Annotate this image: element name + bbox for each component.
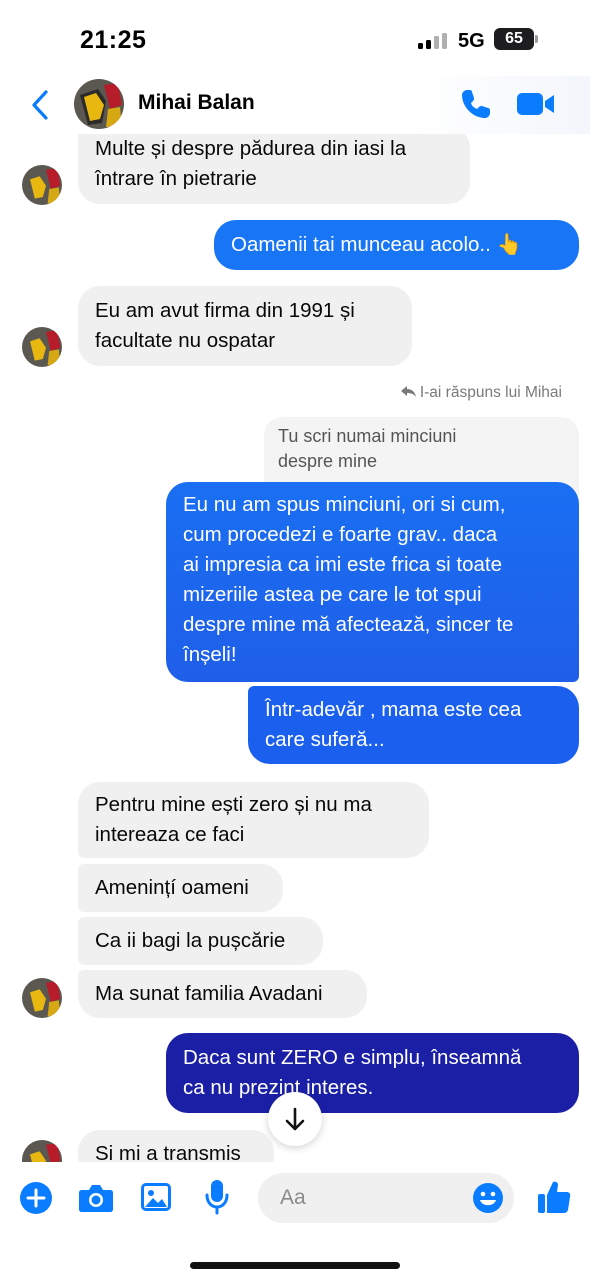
reply-label-text: I-ai răspuns lui Mihai	[419, 384, 562, 401]
incoming-message[interactable]: Amenințí oameni	[78, 864, 283, 912]
sender-avatar[interactable]	[22, 165, 62, 205]
message-line: Eu am avut firma din 1991 și	[95, 299, 355, 322]
message-composer	[0, 1162, 590, 1236]
message-line: Daca sunt ZERO e simplu, înseamnă	[183, 1046, 522, 1069]
message-line: care suferă...	[265, 728, 385, 751]
contact-name[interactable]: Mihai Balan	[138, 91, 255, 115]
message-line: Multe și despre pădurea din iasi la	[95, 137, 407, 160]
thumbs-up-icon	[538, 1181, 571, 1213]
gallery-button[interactable]	[140, 1182, 172, 1217]
message-line: ai impresia ca imi este frica si toate	[183, 553, 503, 576]
arrow-down-icon	[285, 1107, 305, 1131]
reply-indicator: I-ai răspuns lui Mihai	[400, 384, 562, 402]
message-line: Eu nu am spus minciuni, ori si cum,	[183, 493, 506, 516]
status-time: 21:25	[80, 26, 147, 54]
message-line: despre mine mă afectează, sincer te	[183, 613, 514, 636]
back-chevron-icon	[32, 90, 48, 120]
quoted-line: Tu scri numai minciuni	[278, 426, 457, 446]
signal-strength-icon	[418, 33, 450, 49]
incoming-message[interactable]: Eu am avut firma din 1991 și facultate n…	[78, 286, 412, 366]
reply-arrow-icon	[400, 386, 416, 397]
message-list[interactable]: Multe și despre pădurea din iasi la într…	[0, 134, 590, 1162]
chat-header: Mihai Balan	[0, 76, 590, 134]
incoming-message[interactable]: Multe și despre pădurea din iasi la într…	[78, 134, 470, 204]
message-line: Într-adevăr , mama este cea	[265, 698, 522, 721]
back-button[interactable]	[26, 88, 56, 122]
more-actions-button[interactable]	[19, 1181, 53, 1220]
contact-avatar[interactable]	[74, 79, 124, 129]
sender-avatar[interactable]	[22, 978, 62, 1018]
message-line: facultate nu ospatar	[95, 329, 276, 352]
emoji-button[interactable]	[472, 1182, 504, 1219]
scroll-to-bottom-button[interactable]	[268, 1092, 322, 1146]
gallery-icon	[141, 1183, 171, 1211]
outgoing-message[interactable]: Daca sunt ZERO e simplu, înseamnă ca nu …	[166, 1033, 579, 1113]
camera-button[interactable]	[78, 1182, 114, 1219]
message-text: Oamenii tai munceau acolo.. 👆	[231, 233, 523, 256]
outgoing-message[interactable]: Oamenii tai munceau acolo.. 👆	[214, 220, 579, 270]
message-line: Pentru mine ești zero și nu ma	[95, 793, 372, 816]
home-indicator	[190, 1262, 400, 1269]
message-text: Ma sunat familia Avadani	[95, 982, 323, 1005]
microphone-icon	[205, 1180, 229, 1215]
message-text: Amenințí oameni	[95, 876, 249, 899]
message-line: ca nu prezint interes.	[183, 1076, 374, 1099]
like-button[interactable]	[537, 1179, 571, 1220]
message-line: mizeriile astea pe care le tot spui	[183, 583, 482, 606]
incoming-message[interactable]: Ma sunat familia Avadani	[78, 970, 367, 1018]
incoming-message[interactable]: Ca ii bagi la pușcărie	[78, 917, 323, 965]
message-text: Si mi a transmis	[95, 1142, 241, 1162]
sender-avatar[interactable]	[22, 327, 62, 367]
sender-avatar[interactable]	[22, 1140, 62, 1162]
status-bar: 21:25 5G 65	[0, 0, 590, 80]
camera-icon	[79, 1185, 113, 1212]
emoji-icon	[473, 1183, 503, 1213]
outgoing-message[interactable]: Într-adevăr , mama este cea care suferă.…	[248, 686, 579, 764]
plus-icon	[20, 1182, 52, 1214]
quoted-line: despre mine	[278, 451, 378, 471]
message-line: întrare în pietrarie	[95, 167, 257, 190]
phone-icon	[462, 90, 490, 118]
network-type: 5G	[458, 30, 485, 52]
video-call-button[interactable]	[516, 89, 556, 119]
video-camera-icon	[517, 93, 554, 115]
message-line: cum procedezi e foarte grav.. daca	[183, 523, 498, 546]
voice-message-button[interactable]	[205, 1179, 229, 1220]
battery-icon: 65	[494, 28, 538, 50]
voice-call-button[interactable]	[459, 87, 493, 121]
battery-level: 65	[505, 30, 523, 47]
message-line: intereaza ce faci	[95, 823, 245, 846]
message-line: înșeli!	[183, 643, 237, 666]
message-text: Ca ii bagi la pușcărie	[95, 929, 286, 952]
outgoing-message[interactable]: Eu nu am spus minciuni, ori si cum, cum …	[166, 482, 579, 682]
incoming-message[interactable]: Pentru mine ești zero și nu ma intereaza…	[78, 782, 429, 858]
incoming-message[interactable]: Si mi a transmis	[78, 1130, 274, 1162]
